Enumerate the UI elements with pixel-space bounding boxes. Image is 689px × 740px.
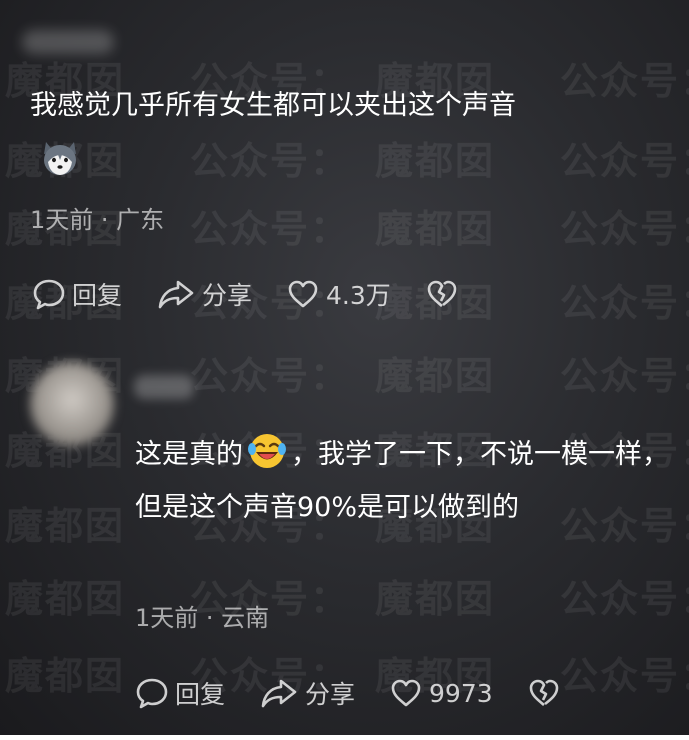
like-count: 9973 — [429, 678, 493, 708]
share-label: 分享 — [202, 281, 253, 310]
watermark-text: 魔都囡 — [375, 207, 496, 251]
comment-screen: 魔都囡 公众号： 魔都囡 公众号： 魔都囡 公众号： 魔都囡 公众号： 魔都囡 … — [0, 0, 689, 740]
comment-actions: 回复 分享 4.3万 — [32, 276, 499, 312]
dislike-button[interactable] — [425, 278, 465, 310]
watermark-text: 公众号： — [560, 281, 689, 325]
reply-label: 回复 — [72, 281, 123, 310]
share-label: 分享 — [305, 680, 356, 709]
watermark-text: 公众号： — [190, 207, 351, 251]
dislike-button[interactable] — [527, 677, 567, 709]
husky-dog-emoji-icon — [44, 142, 76, 175]
watermark-text: 魔都囡 — [375, 354, 496, 398]
watermark-text: 公众号： — [190, 139, 351, 183]
share-arrow-icon — [261, 679, 297, 708]
reply-label: 回复 — [175, 680, 226, 709]
laughing-tears-emoji-icon — [248, 434, 286, 468]
comment-text: 我感觉几乎所有女生都可以夹出这个声音 — [30, 90, 516, 121]
watermark-text: 魔都囡 — [375, 577, 496, 621]
watermark-text: 公众号： — [560, 139, 689, 183]
heart-icon — [391, 679, 421, 707]
reply-button[interactable]: 回复 — [135, 675, 225, 711]
watermark-text: 公众号： — [560, 577, 689, 621]
watermark-text: 公众号： — [560, 207, 689, 251]
reply-actions: 回复 分享 9973 — [135, 675, 601, 711]
watermark-text: 公众号： — [560, 354, 689, 398]
watermark-text: 魔都囡 — [375, 139, 496, 183]
watermark-text: 公众号： — [190, 354, 351, 398]
reply-text: 这是真的 ，我学了一下，不说一模一样，但是这个声音90%是可以做到的 — [135, 428, 670, 534]
reply-text-part1: 这是真的 — [135, 439, 243, 470]
speech-bubble-icon — [33, 279, 65, 310]
reply-button[interactable]: 回复 — [32, 276, 122, 312]
watermark-text: 魔都囡 — [5, 504, 126, 548]
watermark-text: 魔都囡 — [5, 654, 126, 698]
watermark-text: 公众号： — [560, 59, 689, 103]
like-count: 4.3万 — [326, 281, 391, 310]
share-arrow-icon — [158, 280, 194, 309]
like-button[interactable]: 4.3万 — [286, 276, 391, 312]
reply-meta: 1天前 · 云南 — [135, 604, 270, 632]
share-button[interactable]: 分享 — [156, 276, 252, 312]
speech-bubble-icon — [136, 678, 168, 709]
share-button[interactable]: 分享 — [259, 675, 355, 711]
broken-heart-icon — [427, 280, 457, 307]
watermark-text: 魔都囡 — [5, 577, 126, 621]
commenter-name-blurred — [22, 30, 114, 54]
comment-meta: 1天前 · 广东 — [30, 206, 165, 234]
replier-name-blurred — [134, 375, 194, 399]
broken-heart-icon — [529, 679, 558, 706]
avatar[interactable] — [30, 362, 114, 446]
like-button[interactable]: 9973 — [389, 677, 493, 709]
heart-icon — [288, 280, 318, 308]
